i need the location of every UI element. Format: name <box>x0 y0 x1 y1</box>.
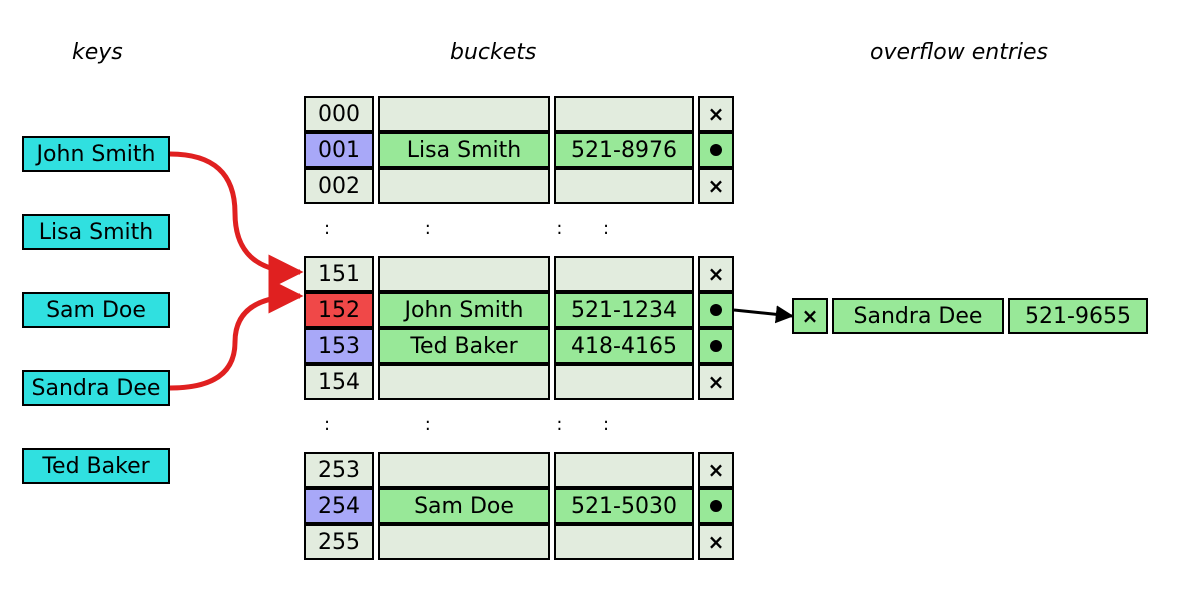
bucket-name: Ted Baker <box>378 328 550 364</box>
x-icon: × <box>708 458 725 482</box>
key-box: Lisa Smith <box>22 214 170 250</box>
bucket-index: 000 <box>304 96 374 132</box>
bucket-next-ptr <box>698 292 734 328</box>
bucket-next-null: × <box>698 524 734 560</box>
bucket-group: 151×152John Smith521-1234153Ted Baker418… <box>304 256 734 400</box>
bucket-row: 254Sam Doe521-5030 <box>304 488 734 524</box>
bucket-phone <box>554 96 694 132</box>
bullet-icon <box>710 500 722 512</box>
bucket-name: John Smith <box>378 292 550 328</box>
ellipsis-icon: : : : : <box>324 218 611 239</box>
key-box: Ted Baker <box>22 448 170 484</box>
x-icon: × <box>708 102 725 126</box>
bucket-name <box>378 452 550 488</box>
overflow-heading: overflow entries <box>870 40 1048 65</box>
bucket-name <box>378 168 550 204</box>
ellipsis-icon: : : : : <box>324 414 611 435</box>
collision-arrow <box>170 296 300 388</box>
bullet-icon <box>710 304 722 316</box>
bucket-phone <box>554 256 694 292</box>
bucket-phone: 521-8976 <box>554 132 694 168</box>
x-icon: × <box>708 174 725 198</box>
bucket-name <box>378 524 550 560</box>
bucket-next-null: × <box>698 168 734 204</box>
collision-arrow <box>170 154 300 272</box>
bucket-index: 255 <box>304 524 374 560</box>
bucket-index: 151 <box>304 256 374 292</box>
bucket-phone: 521-1234 <box>554 292 694 328</box>
bucket-next-ptr <box>698 132 734 168</box>
bucket-index: 153 <box>304 328 374 364</box>
bucket-next-null: × <box>698 96 734 132</box>
bucket-name <box>378 364 550 400</box>
key-box: John Smith <box>22 136 170 172</box>
bucket-next-null: × <box>698 452 734 488</box>
key-box: Sam Doe <box>22 292 170 328</box>
bucket-name <box>378 256 550 292</box>
bucket-row: 002 × <box>304 168 734 204</box>
hash-table-diagram: { "labels": { "keys": "keys", "buckets":… <box>0 0 1200 600</box>
bucket-name <box>378 96 550 132</box>
bucket-next-null: × <box>698 256 734 292</box>
x-icon: × <box>708 370 725 394</box>
overflow-next-null: × <box>792 298 828 334</box>
overflow-phone: 521-9655 <box>1008 298 1148 334</box>
bucket-name: Lisa Smith <box>378 132 550 168</box>
bucket-name: Sam Doe <box>378 488 550 524</box>
bucket-row: 151 × <box>304 256 734 292</box>
bucket-index: 254 <box>304 488 374 524</box>
bucket-index: 253 <box>304 452 374 488</box>
keys-heading: keys <box>72 40 123 65</box>
bucket-group: 000×001Lisa Smith521-8976002× <box>304 96 734 204</box>
bucket-phone <box>554 524 694 560</box>
bucket-next-null: × <box>698 364 734 400</box>
bucket-next-ptr <box>698 488 734 524</box>
bucket-group: 253×254Sam Doe521-5030255× <box>304 452 734 560</box>
bucket-row: 001Lisa Smith521-8976 <box>304 132 734 168</box>
bullet-icon <box>710 340 722 352</box>
bucket-phone: 418-4165 <box>554 328 694 364</box>
x-icon: × <box>708 530 725 554</box>
bucket-index: 154 <box>304 364 374 400</box>
overflow-arrow <box>734 310 792 316</box>
x-icon: × <box>802 304 819 328</box>
bucket-row: 152John Smith521-1234 <box>304 292 734 328</box>
bucket-phone: 521-5030 <box>554 488 694 524</box>
key-box: Sandra Dee <box>22 370 170 406</box>
bucket-phone <box>554 452 694 488</box>
bucket-index: 152 <box>304 292 374 328</box>
bucket-index: 002 <box>304 168 374 204</box>
bucket-row: 253 × <box>304 452 734 488</box>
bucket-row: 255 × <box>304 524 734 560</box>
overflow-entry: × Sandra Dee 521-9655 <box>792 298 1148 334</box>
bucket-index: 001 <box>304 132 374 168</box>
buckets-heading: buckets <box>450 40 536 65</box>
x-icon: × <box>708 262 725 286</box>
bucket-phone <box>554 364 694 400</box>
bucket-phone <box>554 168 694 204</box>
overflow-name: Sandra Dee <box>832 298 1004 334</box>
bucket-row: 153Ted Baker418-4165 <box>304 328 734 364</box>
bucket-row: 000 × <box>304 96 734 132</box>
bucket-row: 154 × <box>304 364 734 400</box>
bullet-icon <box>710 144 722 156</box>
bucket-next-ptr <box>698 328 734 364</box>
